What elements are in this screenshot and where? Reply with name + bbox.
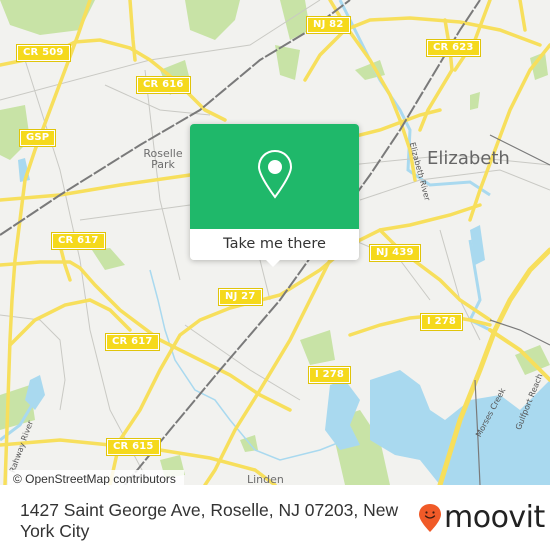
road-shield-cr623: CR 623 [426, 39, 481, 57]
road-shield-cr615: CR 615 [106, 438, 161, 456]
address-text: 1427 Saint George Ave, Roselle, NJ 07203… [20, 500, 399, 541]
road-shield-i278-west: I 278 [307, 366, 352, 384]
moovit-logo[interactable]: moovit [418, 503, 545, 533]
map-attribution[interactable]: © OpenStreetMap contributors [8, 470, 184, 485]
place-label-elizabeth: Elizabeth [427, 148, 510, 169]
road-shield-cr617-north: CR 617 [51, 232, 106, 250]
place-label-roselle-park-line2: Park [151, 158, 175, 171]
popup-tail [265, 259, 281, 267]
popup-header [190, 124, 359, 229]
road-shield-i278-east: I 278 [419, 313, 464, 331]
take-me-there-button[interactable]: Take me there [190, 229, 359, 260]
location-popup: Take me there [190, 124, 359, 267]
map[interactable]: CR 509 CR 616 GSP NJ 82 CR 623 CR 617 CR… [0, 0, 550, 485]
road-shield-nj439: NJ 439 [369, 244, 421, 262]
place-label-linden: Linden [247, 473, 284, 485]
moovit-logo-text: moovit [444, 500, 545, 535]
place-label-roselle-park: Roselle Park [138, 148, 188, 170]
location-pin-icon [257, 149, 293, 199]
road-shield-cr617-south: CR 617 [105, 333, 160, 351]
road-shield-gsp: GSP [18, 129, 57, 147]
road-shield-cr509: CR 509 [16, 44, 71, 62]
road-shield-cr616: CR 616 [136, 76, 191, 94]
road-shield-nj27: NJ 27 [218, 288, 263, 306]
road-shield-nj82: NJ 82 [306, 16, 351, 34]
moovit-smiley-pin-icon [419, 504, 441, 532]
